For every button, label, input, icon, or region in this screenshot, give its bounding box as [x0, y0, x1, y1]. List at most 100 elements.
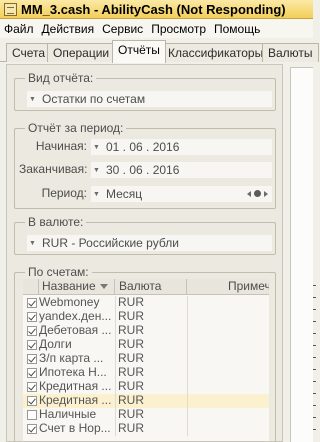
start-date-value: 01 . 06 . 2016: [106, 140, 180, 154]
report-row-marker: [313, 321, 316, 322]
account-note: [187, 366, 269, 380]
dropdown-arrow-icon: ▼: [29, 239, 36, 247]
header-name[interactable]: Название: [39, 279, 115, 295]
dropdown-arrow-icon: ▼: [93, 166, 100, 174]
menu-help[interactable]: Помощь: [210, 22, 264, 36]
report-type-title: Вид отчёта:: [25, 71, 97, 85]
account-name: Кредитная ...: [39, 394, 112, 407]
account-name: yandex.ден...: [39, 310, 112, 323]
account-currency: RUR: [115, 408, 185, 422]
report-row-marker: [313, 297, 316, 298]
account-currency: RUR: [115, 310, 185, 324]
row-checkbox[interactable]: [27, 340, 37, 350]
table-row[interactable]: Ипотека Н... RUR: [23, 366, 269, 380]
account-note: [187, 338, 269, 352]
dropdown-arrow-icon: ▼: [29, 95, 36, 103]
tab-operations[interactable]: Операции: [47, 43, 116, 62]
row-checkbox[interactable]: [27, 368, 37, 378]
account-name: Ипотека Н...: [39, 366, 107, 379]
currency-title: В валюте:: [25, 215, 87, 229]
end-date-field[interactable]: ▼ 30 . 06 . 2016: [91, 162, 272, 178]
report-row-marker: [313, 285, 316, 286]
menu-view[interactable]: Просмотр: [147, 22, 210, 36]
account-note: [187, 380, 269, 394]
accounts-table-header: Название Валюта Примеч: [23, 279, 269, 295]
account-note: [187, 352, 269, 366]
table-row[interactable]: Счет в Нор... RUR: [23, 422, 269, 436]
row-checkbox[interactable]: [27, 382, 37, 392]
period-select[interactable]: ▼ Месяц: [91, 186, 272, 202]
report-row-marker: [313, 357, 316, 358]
tab-accounts[interactable]: Счета: [6, 43, 52, 62]
row-checkbox[interactable]: [27, 354, 37, 364]
row-checkbox[interactable]: [27, 298, 37, 308]
row-checkbox[interactable]: [27, 424, 37, 434]
row-checkbox[interactable]: [27, 396, 37, 406]
currency-select[interactable]: ▼ RUR - Российские рубли: [27, 235, 272, 251]
account-currency: RUR: [115, 380, 185, 394]
accounts-table[interactable]: Название Валюта Примеч Webmoney RUR yandex…: [23, 279, 269, 441]
report-output-area: [290, 67, 316, 442]
start-date-label: Начиная:: [35, 139, 87, 153]
row-checkbox[interactable]: [27, 410, 37, 420]
header-currency[interactable]: Валюта: [115, 279, 187, 295]
tab-bar: Счета Операции Отчёты Классификаторы Вал…: [0, 40, 319, 63]
header-note[interactable]: Примеч: [187, 279, 269, 295]
report-type-value: Остатки по счетам: [42, 92, 146, 106]
start-date-field[interactable]: ▼ 01 . 06 . 2016: [91, 139, 272, 155]
end-date-label: Заканчивая:: [19, 162, 88, 176]
account-note: [187, 422, 269, 436]
account-note: [187, 394, 269, 408]
sort-desc-icon: [99, 284, 108, 290]
header-check-column: [23, 279, 39, 295]
table-row[interactable]: Дебетовая ... RUR: [23, 324, 269, 338]
title-bar: MM_3.cash - AbilityCash (Not Responding): [0, 0, 313, 19]
report-row-marker: [313, 393, 316, 394]
tab-currencies[interactable]: Валюты: [262, 43, 319, 62]
current-period-icon[interactable]: [254, 190, 261, 197]
table-row[interactable]: Кредитная ... RUR: [23, 394, 269, 408]
account-note: [187, 324, 269, 338]
account-currency: RUR: [115, 422, 185, 436]
report-row-marker: [313, 405, 316, 406]
report-row-marker: [313, 345, 316, 346]
account-note: [187, 310, 269, 324]
report-row-marker: [313, 429, 316, 430]
account-name: З/п карта ...: [39, 352, 104, 365]
report-row-marker: [313, 417, 316, 418]
menu-file[interactable]: Файл: [0, 22, 38, 36]
table-row[interactable]: Webmoney RUR: [23, 296, 269, 310]
report-type-group: Вид отчёта: ▼ Остатки по счетам: [14, 71, 276, 111]
report-output-panel: [287, 64, 316, 442]
period-group: Отчёт за период: Начиная: ▼ 01 . 06 . 20…: [14, 121, 276, 209]
period-title: Отчёт за период:: [25, 121, 127, 135]
report-row-marker: [313, 333, 316, 334]
table-row[interactable]: З/п карта ... RUR: [23, 352, 269, 366]
report-row-marker: [313, 369, 316, 370]
table-row[interactable]: Долги RUR: [23, 338, 269, 352]
dropdown-arrow-icon: ▼: [93, 143, 100, 151]
menu-service[interactable]: Сервис: [98, 22, 147, 36]
accounts-title: По счетам:: [25, 265, 92, 279]
row-checkbox[interactable]: [27, 326, 37, 336]
table-row[interactable]: Наличные RUR: [23, 408, 269, 422]
app-icon: [4, 2, 17, 16]
account-name: Дебетовая ...: [39, 324, 112, 337]
account-note: [187, 408, 269, 422]
row-checkbox[interactable]: [27, 312, 37, 322]
account-currency: RUR: [115, 394, 185, 408]
period-stepper[interactable]: [247, 190, 268, 197]
next-period-icon[interactable]: [264, 191, 268, 197]
end-date-value: 30 . 06 . 2016: [106, 163, 180, 177]
report-row-marker: [313, 381, 316, 382]
tab-reports[interactable]: Отчёты: [112, 40, 166, 63]
menu-actions[interactable]: Действия: [38, 22, 99, 36]
report-type-select[interactable]: ▼ Остатки по счетам: [27, 91, 272, 107]
table-row[interactable]: Кредитная ... RUR: [23, 380, 269, 394]
period-label: Период:: [41, 186, 87, 200]
previous-period-icon[interactable]: [247, 191, 251, 197]
account-currency: RUR: [115, 324, 185, 338]
account-currency: RUR: [115, 296, 185, 310]
tab-classifiers[interactable]: Классификаторы: [162, 43, 270, 62]
table-row[interactable]: yandex.ден... RUR: [23, 310, 269, 324]
